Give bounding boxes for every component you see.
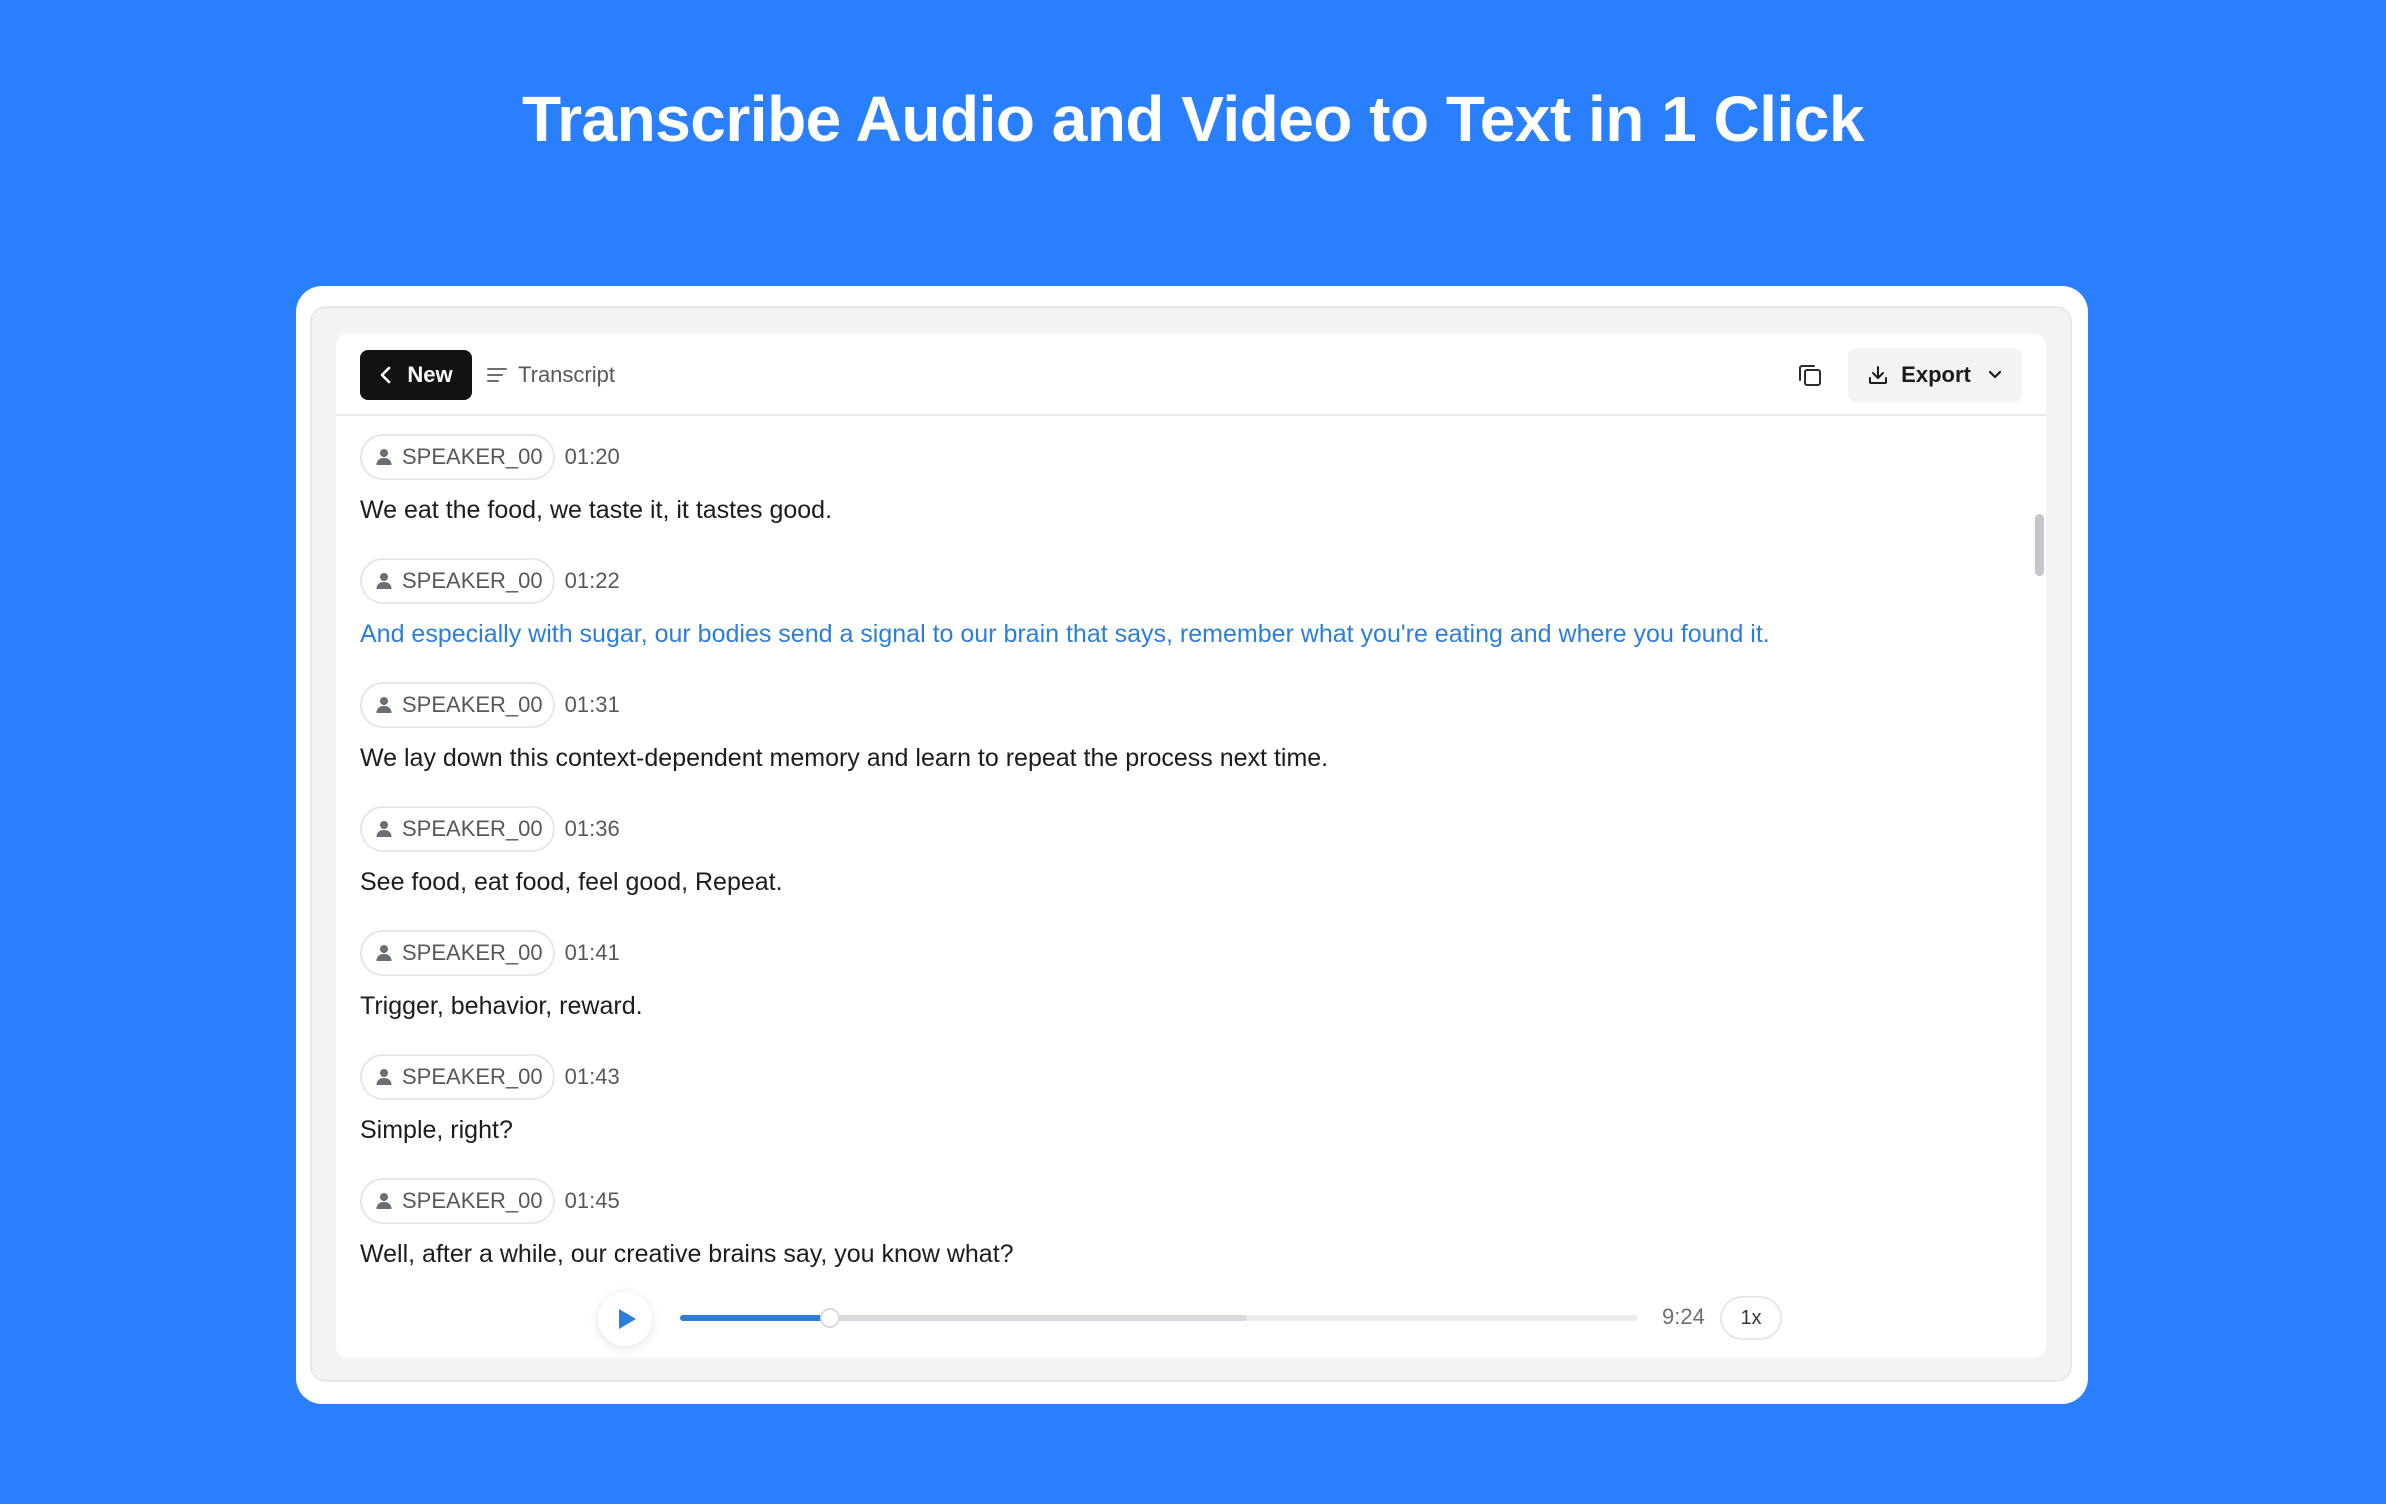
segment-header: SPEAKER_00 01:41 xyxy=(360,930,1960,976)
app-frame: New Transcript Export SPEAKER_00 01:20 W… xyxy=(296,286,2088,1404)
user-icon xyxy=(376,1193,392,1209)
chevron-down-icon xyxy=(1988,370,2001,379)
segment-timestamp[interactable]: 01:41 xyxy=(565,940,620,966)
speaker-name: SPEAKER_00 xyxy=(402,692,543,717)
tab-transcript[interactable]: Transcript xyxy=(486,350,615,400)
duration-label: 9:24 xyxy=(1662,1304,1705,1329)
copy-icon xyxy=(1799,365,1821,386)
tab-transcript-label: Transcript xyxy=(518,362,615,387)
speaker-name: SPEAKER_00 xyxy=(402,568,543,593)
segment-timestamp[interactable]: 01:22 xyxy=(565,568,620,594)
progress-handle[interactable] xyxy=(820,1308,841,1328)
app-frame-inner: New Transcript Export SPEAKER_00 01:20 W… xyxy=(310,306,2072,1382)
segment-timestamp[interactable]: 01:20 xyxy=(565,444,620,470)
playback-speed-button[interactable]: 1x xyxy=(1720,1296,1782,1340)
segment-text[interactable]: We lay down this context-dependent memor… xyxy=(360,744,1960,773)
segment-text[interactable]: We eat the food, we taste it, it tastes … xyxy=(360,496,1960,525)
transcript-segment[interactable]: SPEAKER_00 01:43 Simple, right? xyxy=(360,1054,1960,1145)
download-icon xyxy=(1869,366,1888,384)
user-icon xyxy=(376,697,392,713)
transcript-segment[interactable]: SPEAKER_00 01:41 Trigger, behavior, rewa… xyxy=(360,930,1960,1021)
export-button-label: Export xyxy=(1901,362,1971,387)
speaker-name: SPEAKER_00 xyxy=(402,444,543,469)
play-icon xyxy=(619,1309,636,1329)
segment-text[interactable]: Well, after a while, our creative brains… xyxy=(360,1240,1960,1269)
scrollbar-thumb[interactable] xyxy=(2035,514,2044,576)
transcript-segment[interactable]: SPEAKER_00 01:36 See food, eat food, fee… xyxy=(360,806,1960,897)
audio-player: 9:24 1x xyxy=(336,1286,2046,1358)
segment-text-active[interactable]: And especially with sugar, our bodies se… xyxy=(360,620,1960,649)
progress-slider[interactable] xyxy=(680,1308,1638,1328)
transcript-card: New Transcript Export SPEAKER_00 01:20 W… xyxy=(336,334,2046,1358)
transcript-list[interactable]: SPEAKER_00 01:20 We eat the food, we tas… xyxy=(336,416,2046,1286)
toolbar: New Transcript Export xyxy=(336,334,2046,416)
segment-timestamp[interactable]: 01:31 xyxy=(565,692,620,718)
page-title: Transcribe Audio and Video to Text in 1 … xyxy=(522,83,1864,155)
segment-text[interactable]: Trigger, behavior, reward. xyxy=(360,992,1960,1021)
speaker-chip[interactable]: SPEAKER_00 xyxy=(360,682,555,728)
user-icon xyxy=(376,449,392,465)
segment-timestamp[interactable]: 01:43 xyxy=(565,1064,620,1090)
lines-icon xyxy=(487,368,507,382)
transcript-segment[interactable]: SPEAKER_00 01:45 Well, after a while, ou… xyxy=(360,1178,1960,1269)
segment-header: SPEAKER_00 01:43 xyxy=(360,1054,1960,1100)
new-button[interactable]: New xyxy=(360,350,472,400)
segment-header: SPEAKER_00 01:22 xyxy=(360,558,1960,604)
segment-header: SPEAKER_00 01:31 xyxy=(360,682,1960,728)
segment-text[interactable]: Simple, right? xyxy=(360,1116,1960,1145)
progress-played xyxy=(680,1315,831,1321)
export-button[interactable]: Export xyxy=(1848,348,2022,402)
speaker-name: SPEAKER_00 xyxy=(402,816,543,841)
speaker-chip[interactable]: SPEAKER_00 xyxy=(360,930,555,976)
user-icon xyxy=(376,821,392,837)
speaker-chip[interactable]: SPEAKER_00 xyxy=(360,1054,555,1100)
user-icon xyxy=(376,945,392,961)
user-icon xyxy=(376,573,392,589)
segment-timestamp[interactable]: 01:36 xyxy=(565,816,620,842)
speaker-chip[interactable]: SPEAKER_00 xyxy=(360,1178,555,1224)
segment-header: SPEAKER_00 01:36 xyxy=(360,806,1960,852)
segment-timestamp[interactable]: 01:45 xyxy=(565,1188,620,1214)
speaker-chip[interactable]: SPEAKER_00 xyxy=(360,558,555,604)
speaker-chip[interactable]: SPEAKER_00 xyxy=(360,806,555,852)
transcript-segment[interactable]: SPEAKER_00 01:20 We eat the food, we tas… xyxy=(360,434,1960,525)
segment-header: SPEAKER_00 01:20 xyxy=(360,434,1960,480)
copy-button[interactable] xyxy=(1791,356,1829,394)
segment-text[interactable]: See food, eat food, feel good, Repeat. xyxy=(360,868,1960,897)
transcript-segment[interactable]: SPEAKER_00 01:31 We lay down this contex… xyxy=(360,682,1960,773)
transcript-segment[interactable]: SPEAKER_00 01:22 And especially with sug… xyxy=(360,558,1960,649)
speaker-chip[interactable]: SPEAKER_00 xyxy=(360,434,555,480)
segment-header: SPEAKER_00 01:45 xyxy=(360,1178,1960,1224)
new-button-label: New xyxy=(407,362,453,387)
speaker-name: SPEAKER_00 xyxy=(402,1188,543,1213)
play-button[interactable] xyxy=(598,1292,652,1346)
speaker-name: SPEAKER_00 xyxy=(402,1064,543,1089)
speaker-name: SPEAKER_00 xyxy=(402,940,543,965)
user-icon xyxy=(376,1069,392,1085)
chevron-left-icon xyxy=(381,366,391,384)
